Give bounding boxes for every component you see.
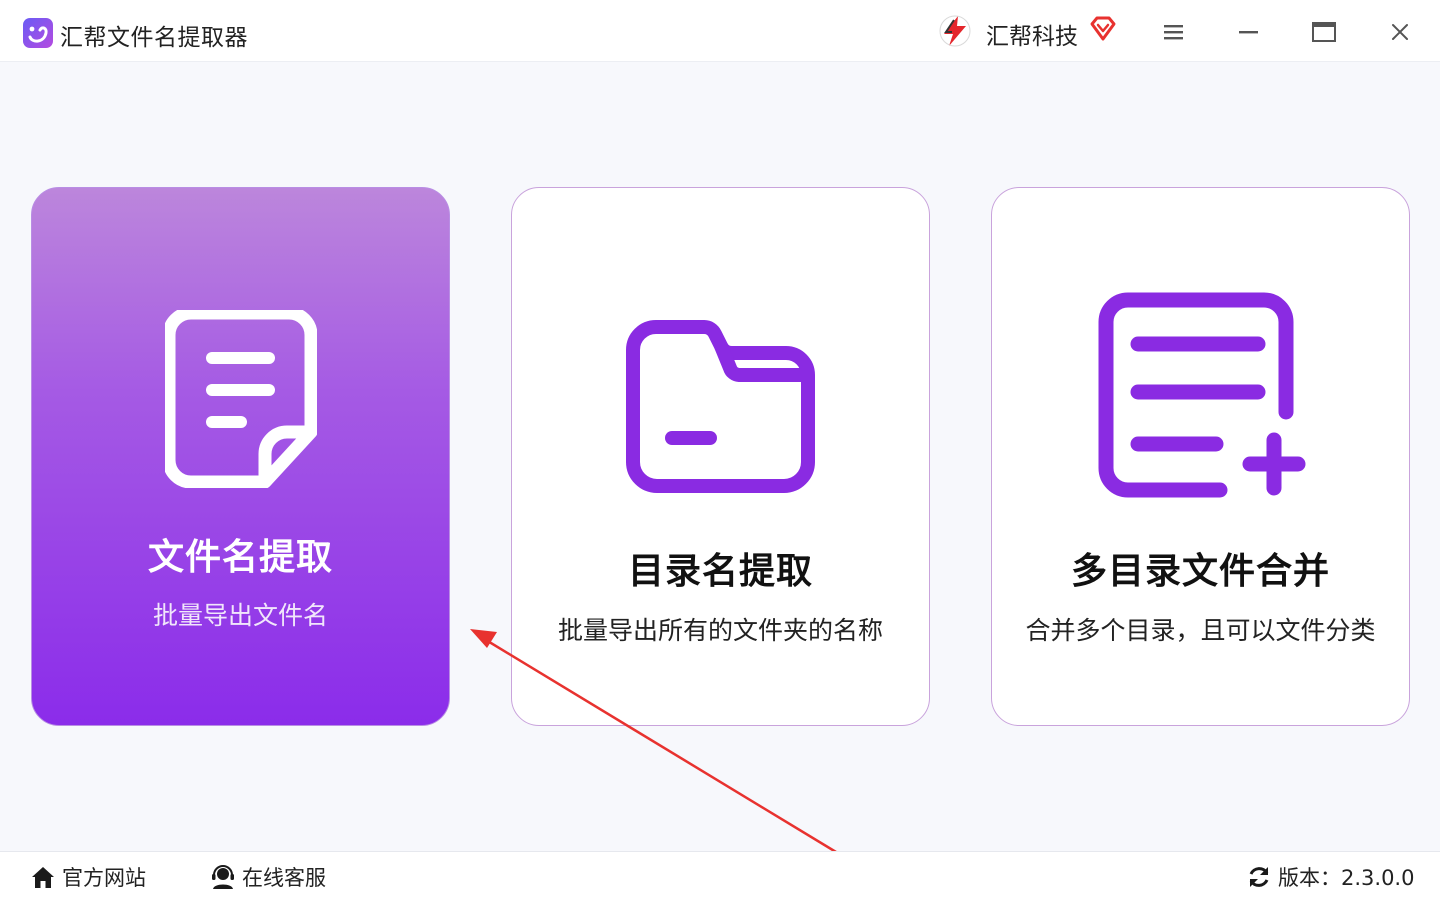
brand-logo-icon [939,15,971,47]
list-add-icon [1098,292,1306,498]
document-icon [165,310,317,488]
version-label: 版本：2.3.0.0 [1278,866,1415,890]
card-multi-dir-merge[interactable]: 多目录文件合并 合并多个目录，且可以文件分类 [991,187,1410,726]
online-service-link[interactable]: 在线客服 [210,862,326,892]
folder-icon [626,320,815,493]
card-title: 文件名提取 [147,537,333,578]
official-site-label: 官方网站 [62,866,146,890]
card-title: 目录名提取 [627,551,813,592]
card-subtitle: 批量导出文件名 [152,601,328,630]
minimize-icon [1239,31,1258,34]
official-site-link[interactable]: 官方网站 [30,862,146,892]
brand-name: 汇帮科技 [986,24,1078,50]
app-window: 汇帮文件名提取器 汇帮科技 文件名提取 批量导出文件名 目录名提取 批量导出所有… [0,0,1440,900]
menu-button[interactable] [1154,14,1194,50]
title-bar: 汇帮文件名提取器 汇帮科技 [0,0,1440,62]
close-button[interactable] [1380,14,1420,50]
version-info: 版本：2.3.0.0 [1246,862,1414,892]
status-bar: 官方网站 在线客服 版本：2.3.0.0 [0,851,1440,900]
card-subtitle: 合并多个目录，且可以文件分类 [1025,616,1376,645]
card-directory-extract[interactable]: 目录名提取 批量导出所有的文件夹的名称 [511,187,930,726]
app-title: 汇帮文件名提取器 [60,25,248,51]
diamond-vip-icon[interactable] [1089,16,1117,42]
home-icon [32,867,54,888]
online-service-label: 在线客服 [242,866,326,890]
card-filename-extract[interactable]: 文件名提取 批量导出文件名 [31,187,450,726]
card-subtitle: 批量导出所有的文件夹的名称 [557,616,883,645]
hamburger-menu-icon [1164,25,1183,40]
customer-service-icon [212,865,234,889]
maximize-button[interactable] [1304,14,1344,50]
maximize-icon [1312,22,1336,42]
close-icon [1392,24,1408,40]
minimize-button[interactable] [1229,14,1269,50]
card-title: 多目录文件合并 [1070,551,1330,592]
app-logo-icon [23,18,53,48]
refresh-icon [1249,867,1269,887]
